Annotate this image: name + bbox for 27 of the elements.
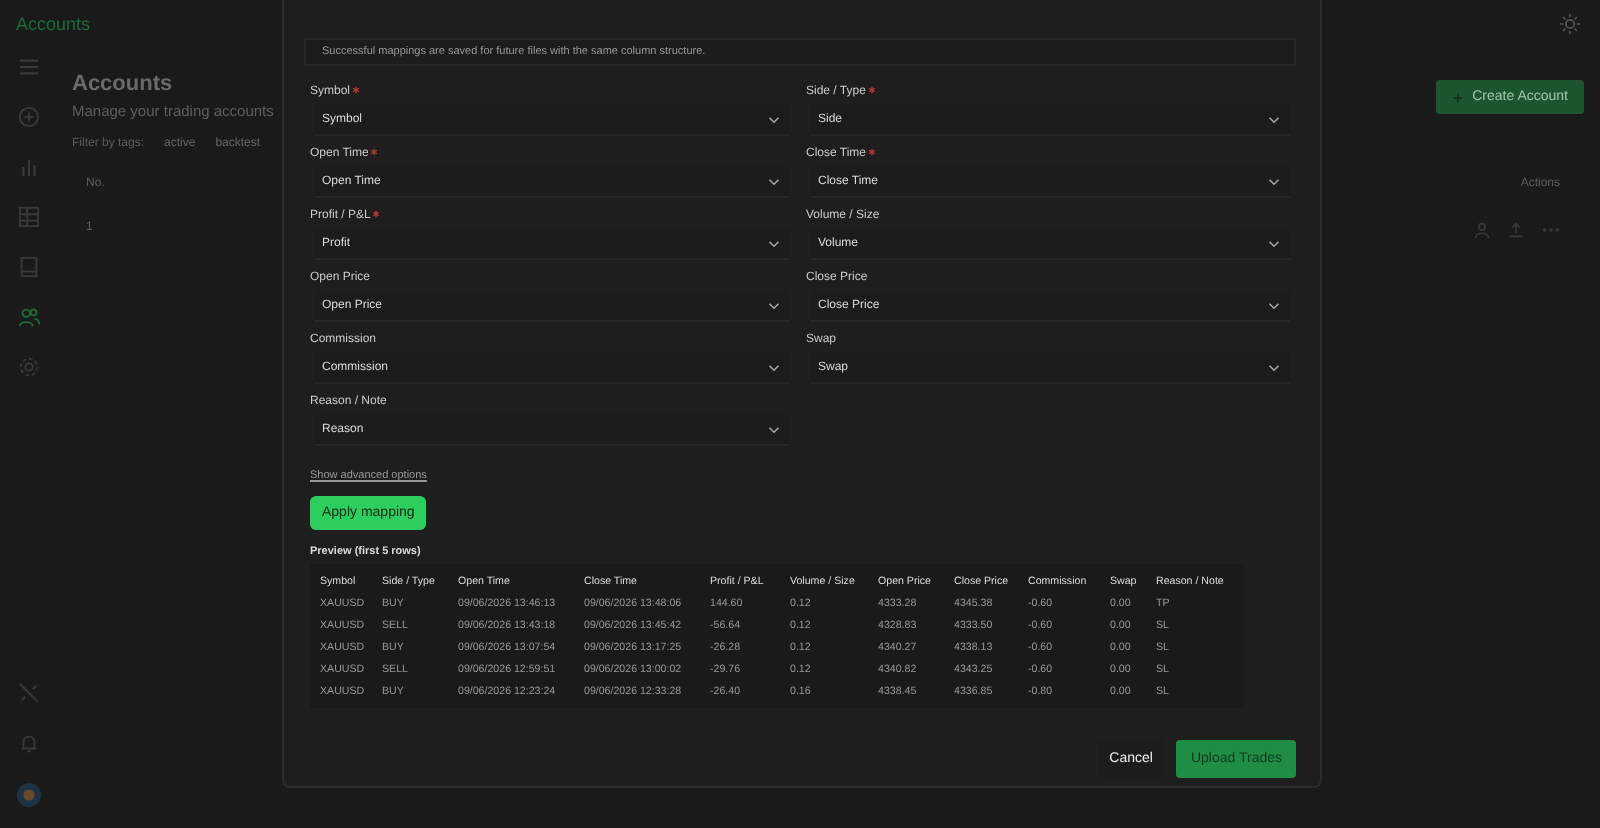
chevron-down-icon: [1268, 239, 1280, 247]
chevron-down-icon: [768, 239, 780, 247]
app-title: Accounts: [16, 14, 91, 34]
users-icon[interactable]: [17, 306, 39, 328]
unplug-icon[interactable]: [17, 682, 39, 704]
chevron-down-icon: [1268, 301, 1280, 309]
chevron-down-icon: [1268, 363, 1280, 371]
chevron-down-icon: [768, 301, 780, 309]
chevron-down-icon: [768, 177, 780, 185]
settings-icon[interactable]: [17, 356, 39, 378]
table-icon[interactable]: [17, 206, 39, 228]
upload-icon[interactable]: [1508, 222, 1524, 238]
menu-icon[interactable]: [17, 56, 39, 78]
sun-icon[interactable]: [1560, 14, 1580, 34]
plus-icon: [1452, 91, 1465, 103]
person-icon[interactable]: [1474, 222, 1490, 238]
chevron-down-icon: [768, 425, 780, 433]
bar-chart-icon[interactable]: [17, 156, 39, 178]
avatar-icon[interactable]: [15, 782, 41, 808]
chevron-down-icon: [1268, 115, 1280, 123]
chevron-down-icon: [1268, 177, 1280, 185]
chevron-down-icon: [768, 363, 780, 371]
page-title: Accounts: [72, 72, 175, 96]
chevron-down-icon: [768, 115, 780, 123]
book-icon[interactable]: [17, 256, 39, 278]
plus-circle-icon[interactable]: [17, 106, 39, 128]
bell-icon[interactable]: [17, 732, 39, 754]
